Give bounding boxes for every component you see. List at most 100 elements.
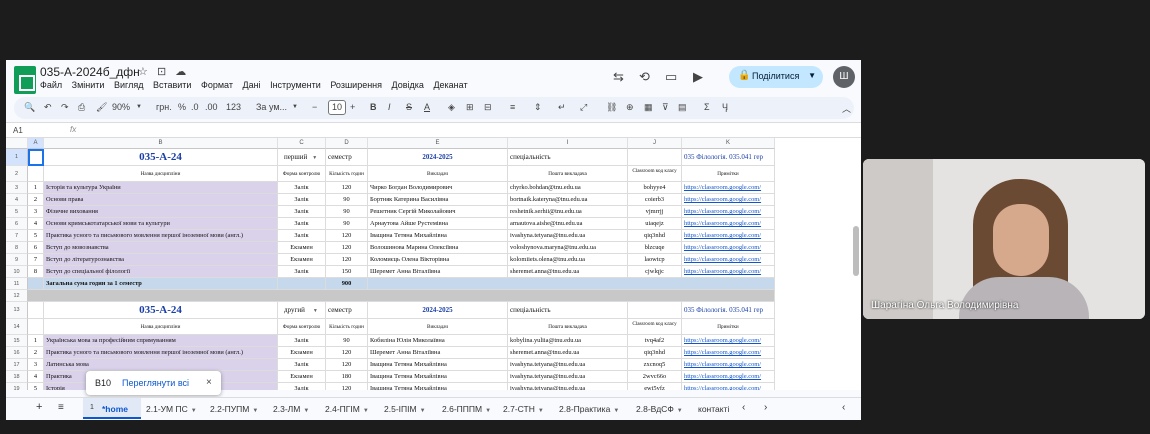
- text-rotation-icon[interactable]: ⤢: [580, 102, 587, 113]
- history-icon[interactable]: ⟲: [639, 69, 650, 85]
- teacher-cell[interactable]: Шеремет Анна Віталіївна: [368, 347, 508, 359]
- classroom-code-cell[interactable]: bohyye4: [628, 182, 682, 194]
- classroom-link-cell[interactable]: https://classroom.google.com/: [682, 194, 775, 206]
- insert-comment-icon[interactable]: ⊕: [626, 102, 634, 113]
- text-color-button[interactable]: A: [424, 102, 430, 112]
- num-cell[interactable]: 5: [28, 230, 44, 242]
- control-cell[interactable]: Екзамен: [278, 254, 326, 266]
- num-cell[interactable]: 3: [28, 206, 44, 218]
- row-header-2[interactable]: 2: [6, 166, 28, 182]
- classroom-code-cell[interactable]: laowtcp: [628, 254, 682, 266]
- control-cell[interactable]: Екзамен: [278, 242, 326, 254]
- email-cell[interactable]: voloshynova.maryna@tnu.edu.ua: [508, 242, 628, 254]
- row-header-9[interactable]: 9: [6, 254, 28, 266]
- speciality-value-2[interactable]: 035 Філологія. 035.041 гер: [682, 302, 775, 319]
- tab-2-6[interactable]: 2.6-ПППМ ▼: [442, 404, 491, 414]
- classroom-code-cell[interactable]: uiaqejz: [628, 218, 682, 230]
- menu-view[interactable]: Вигляд: [114, 80, 144, 90]
- corner-cell[interactable]: [6, 138, 28, 149]
- hours-cell[interactable]: 90: [326, 206, 368, 218]
- menu-edit[interactable]: Змінити: [72, 80, 105, 90]
- discipline-cell[interactable]: Українська мова за професійним спрямуван…: [44, 335, 278, 347]
- classroom-link-cell[interactable]: https://classroom.google.com/: [682, 206, 775, 218]
- text-wrap-icon[interactable]: ↵: [558, 102, 566, 113]
- control-cell[interactable]: Залік: [278, 230, 326, 242]
- hours-cell[interactable]: 120: [326, 182, 368, 194]
- row-header-4[interactable]: 4: [6, 194, 28, 206]
- row-header-14[interactable]: 14: [6, 319, 28, 335]
- teacher-cell[interactable]: Волошинова Марина Олексіївна: [368, 242, 508, 254]
- num-cell[interactable]: 7: [28, 254, 44, 266]
- tabs-scroll-right-icon[interactable]: ›: [764, 402, 767, 413]
- control-cell[interactable]: Залік: [278, 359, 326, 371]
- tab-contacts[interactable]: контакті: [698, 404, 729, 414]
- teacher-cell[interactable]: Іващина Тетяна Михайлівна: [368, 230, 508, 242]
- academic-year-2[interactable]: 2024-2025: [368, 302, 508, 319]
- vertical-align-icon[interactable]: ⇕: [534, 102, 542, 113]
- col-header-a[interactable]: A: [28, 138, 44, 149]
- tab-2-8-vdsf[interactable]: 2.8-ВдСФ ▼: [636, 404, 683, 414]
- hdr1-num[interactable]: [28, 166, 44, 182]
- hdr1-notes[interactable]: Примітки: [682, 166, 775, 182]
- classroom-link-cell[interactable]: https://classroom.google.com/: [682, 371, 775, 383]
- borders-icon[interactable]: ⊞: [466, 102, 474, 113]
- zoom-select[interactable]: 90%: [112, 102, 130, 112]
- speciality-label-2[interactable]: спеціальність: [508, 302, 628, 319]
- hours-cell[interactable]: 90: [326, 194, 368, 206]
- control-cell[interactable]: Екзамен: [278, 347, 326, 359]
- tab-2-2[interactable]: 2.2-ПУПМ ▼: [210, 404, 258, 414]
- row-header-17[interactable]: 17: [6, 359, 28, 371]
- classroom-link-cell[interactable]: https://classroom.google.com/: [682, 383, 775, 390]
- control-cell[interactable]: Залік: [278, 206, 326, 218]
- filter-icon[interactable]: ⊽: [662, 102, 669, 113]
- hdr1-hours[interactable]: Кількість годин: [326, 166, 368, 182]
- italic-button[interactable]: I: [388, 102, 391, 112]
- teacher-cell[interactable]: Чирко Богдан Володимирович: [368, 182, 508, 194]
- document-title[interactable]: 035-А-2024б_дфн: [40, 65, 140, 79]
- classroom-link-cell[interactable]: https://classroom.google.com/: [682, 266, 775, 278]
- classroom-link-cell[interactable]: https://classroom.google.com/: [682, 347, 775, 359]
- row-header-11[interactable]: 11: [6, 278, 28, 290]
- discipline-cell[interactable]: Основи права: [44, 194, 278, 206]
- sum-label[interactable]: Загальна сума годин за 1 семестр: [44, 278, 278, 290]
- block2-a-cell[interactable]: [28, 302, 44, 319]
- teacher-cell[interactable]: Шеремет Анна Віталіївна: [368, 266, 508, 278]
- tabs-scroll-left-icon[interactable]: ‹: [742, 402, 745, 413]
- hours-cell[interactable]: 120: [326, 383, 368, 390]
- hdr1-classroom[interactable]: Classroom код класу: [628, 166, 682, 182]
- email-cell[interactable]: reshetnik.serhii@tnu.edu.ua: [508, 206, 628, 218]
- participant-video-tile[interactable]: Шарагіна Ольга Володимирівна: [863, 159, 1145, 319]
- col-header-i[interactable]: I: [508, 138, 628, 149]
- hdr2-num[interactable]: [28, 319, 44, 335]
- paint-format-icon[interactable]: 🖌: [96, 102, 107, 113]
- discipline-cell[interactable]: Латинська мова: [44, 359, 278, 371]
- menu-dean[interactable]: Деканат: [433, 80, 467, 90]
- tab-2-3[interactable]: 2.3-ЛМ ▼: [273, 404, 309, 414]
- hdr2-email[interactable]: Пошта викладача: [508, 319, 628, 335]
- group-title-1[interactable]: 035-А-24: [44, 149, 278, 166]
- control-cell[interactable]: Екзамен: [278, 371, 326, 383]
- speciality-label-1[interactable]: спеціальність: [508, 149, 628, 166]
- classroom-code-cell[interactable]: 2wvc66o: [628, 371, 682, 383]
- tab-2-4[interactable]: 2.4-ПГІМ ▼: [325, 404, 369, 414]
- search-icon[interactable]: 🔍: [24, 102, 35, 113]
- row-header-3[interactable]: 3: [6, 182, 28, 194]
- menu-insert[interactable]: Вставити: [153, 80, 192, 90]
- menu-help[interactable]: Довідка: [392, 80, 424, 90]
- control-cell[interactable]: Залік: [278, 383, 326, 390]
- menu-format[interactable]: Формат: [201, 80, 233, 90]
- num-cell[interactable]: 1: [28, 182, 44, 194]
- num-cell[interactable]: 4: [28, 371, 44, 383]
- classroom-code-cell[interactable]: blzcuqe: [628, 242, 682, 254]
- row-header-7[interactable]: 7: [6, 230, 28, 242]
- filter-views-icon[interactable]: ▤: [678, 102, 687, 113]
- row-header-13[interactable]: 13: [6, 302, 28, 319]
- menu-file[interactable]: Файл: [40, 80, 62, 90]
- teacher-cell[interactable]: Арнаутова Айше Рустемівна: [368, 218, 508, 230]
- row-header-10[interactable]: 10: [6, 266, 28, 278]
- hdr1-discipline[interactable]: Назва дисципліни: [44, 166, 278, 182]
- align-left-icon[interactable]: ≡: [510, 102, 515, 112]
- share-button[interactable]: 🔒 Поділитися ▼: [729, 66, 823, 88]
- control-cell[interactable]: Залік: [278, 266, 326, 278]
- cloud-status-icon[interactable]: ☁: [175, 66, 186, 78]
